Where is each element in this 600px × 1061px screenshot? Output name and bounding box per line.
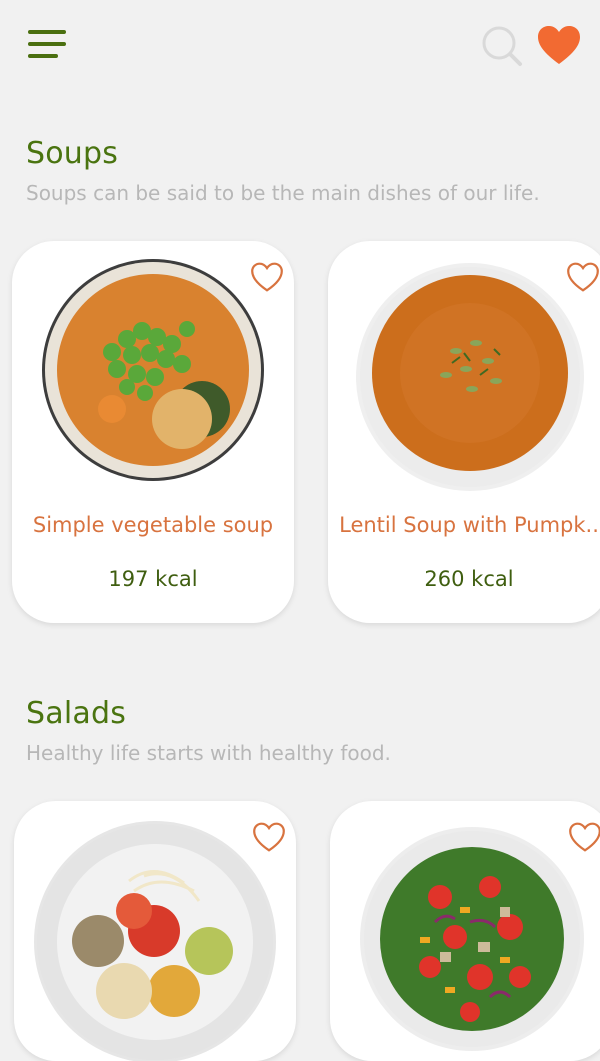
vegetable-salad-image [360, 827, 584, 1051]
recipe-card-lentil-soup[interactable]: Lentil Soup with Pumpk.. 260 kcal [328, 241, 600, 623]
top-bar [0, 0, 600, 90]
recipe-card-vegetable-salad[interactable] [330, 801, 600, 1061]
noodle-salad-image [34, 821, 276, 1061]
recipe-name: Lentil Soup with Pumpk.. [339, 513, 599, 537]
recipe-card-simple-vegetable-soup[interactable]: Simple vegetable soup 197 kcal [12, 241, 294, 623]
section-subtitle-salads: Healthy life starts with healthy food. [26, 741, 391, 765]
heart-filled-icon[interactable] [536, 24, 582, 66]
recipe-card-salad-bowl[interactable] [14, 801, 296, 1061]
recipe-name: Simple vegetable soup [32, 513, 274, 537]
section-title-soups: Soups [26, 136, 119, 171]
lentil-soup-image [356, 263, 584, 491]
search-icon[interactable] [480, 24, 524, 68]
hamburger-menu-icon[interactable] [28, 28, 66, 60]
section-title-salads: Salads [26, 696, 127, 731]
vegetable-soup-image [42, 259, 264, 481]
recipe-kcal: 260 kcal [424, 567, 514, 591]
recipe-kcal: 197 kcal [108, 567, 198, 591]
section-subtitle-soups: Soups can be said to be the main dishes … [26, 181, 540, 205]
